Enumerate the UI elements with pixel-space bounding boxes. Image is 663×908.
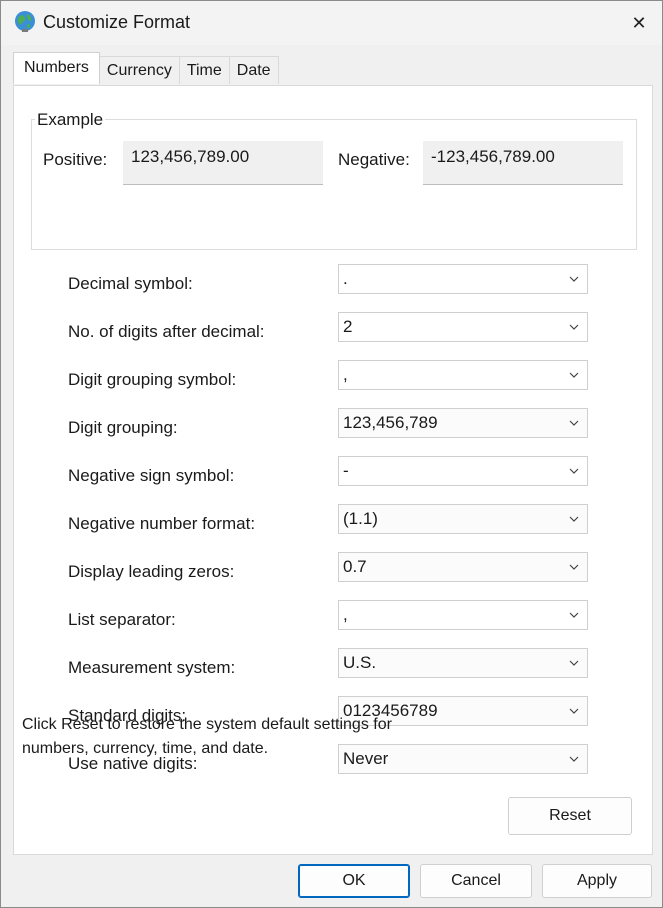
decimal-symbol-select[interactable]: .: [338, 264, 588, 294]
display-leading-zeros-value: 0.7: [343, 557, 367, 576]
ok-button[interactable]: OK: [298, 864, 410, 898]
chevron-down-icon: [569, 564, 579, 570]
apply-button[interactable]: Apply: [542, 864, 652, 898]
digits-after-decimal-label: No. of digits after decimal:: [68, 322, 265, 341]
chevron-down-icon: [569, 660, 579, 666]
positive-label: Positive:: [43, 150, 108, 169]
negative-sign-symbol-select[interactable]: -: [338, 456, 588, 486]
negative-number-format-label: Negative number format:: [68, 514, 256, 533]
decimal-symbol-label: Decimal symbol:: [68, 274, 193, 293]
measurement-system-select[interactable]: U.S.: [338, 648, 588, 678]
close-button[interactable]: ✕: [616, 1, 662, 45]
measurement-system-value: U.S.: [343, 653, 377, 672]
decimal-symbol-value: .: [343, 269, 348, 288]
chevron-down-icon: [569, 324, 579, 330]
chevron-down-icon: [569, 612, 579, 618]
chevron-down-icon: [569, 468, 579, 474]
negative-example-value: -123,456,789.00: [423, 141, 623, 185]
tab-currency[interactable]: Currency: [98, 56, 180, 84]
digit-grouping-symbol-select[interactable]: ,: [338, 360, 588, 390]
tab-time[interactable]: Time: [178, 56, 230, 84]
digit-grouping-symbol-label: Digit grouping symbol:: [68, 370, 237, 389]
title-bar: Customize Format ✕: [1, 1, 662, 45]
positive-example-value: 123,456,789.00: [123, 141, 323, 185]
chevron-down-icon: [569, 276, 579, 282]
reset-description: Click Reset to restore the system defaul…: [22, 716, 392, 757]
list-separator-label: List separator:: [68, 610, 176, 629]
tab-strip: Numbers Currency Time Date: [13, 52, 279, 84]
list-separator-select[interactable]: ,: [338, 600, 588, 630]
digits-after-decimal-value: 2: [343, 317, 353, 336]
digit-grouping-select[interactable]: 123,456,789: [338, 408, 588, 438]
window-title: Customize Format: [43, 12, 191, 32]
display-leading-zeros-label: Display leading zeros:: [68, 562, 235, 581]
chevron-down-icon: [569, 372, 579, 378]
cancel-button[interactable]: Cancel: [420, 864, 532, 898]
list-separator-value: ,: [343, 605, 348, 624]
globe-icon: [15, 11, 35, 32]
digit-grouping-value: 123,456,789: [343, 413, 438, 432]
negative-number-format-select[interactable]: (1.1): [338, 504, 588, 534]
negative-number-format-value: (1.1): [343, 509, 378, 528]
example-legend: Example: [35, 110, 106, 130]
chevron-down-icon: [569, 708, 579, 714]
close-icon[interactable]: ✕: [631, 13, 646, 34]
customize-format-dialog: Customize Format ✕ Numbers Currency Time…: [0, 0, 663, 908]
reset-button[interactable]: Reset: [508, 797, 632, 835]
chevron-down-icon: [569, 420, 579, 426]
digit-grouping-symbol-value: ,: [343, 365, 348, 384]
chevron-down-icon: [569, 516, 579, 522]
display-leading-zeros-select[interactable]: 0.7: [338, 552, 588, 582]
tab-date[interactable]: Date: [228, 56, 279, 84]
chevron-down-icon: [569, 756, 579, 762]
digits-after-decimal-select[interactable]: 2: [338, 312, 588, 342]
negative-label: Negative:: [338, 150, 410, 169]
negative-sign-symbol-value: -: [343, 461, 349, 480]
measurement-system-label: Measurement system:: [68, 658, 236, 677]
tab-numbers[interactable]: Numbers: [13, 52, 100, 84]
digit-grouping-label: Digit grouping:: [68, 418, 178, 437]
negative-sign-symbol-label: Negative sign symbol:: [68, 466, 235, 485]
